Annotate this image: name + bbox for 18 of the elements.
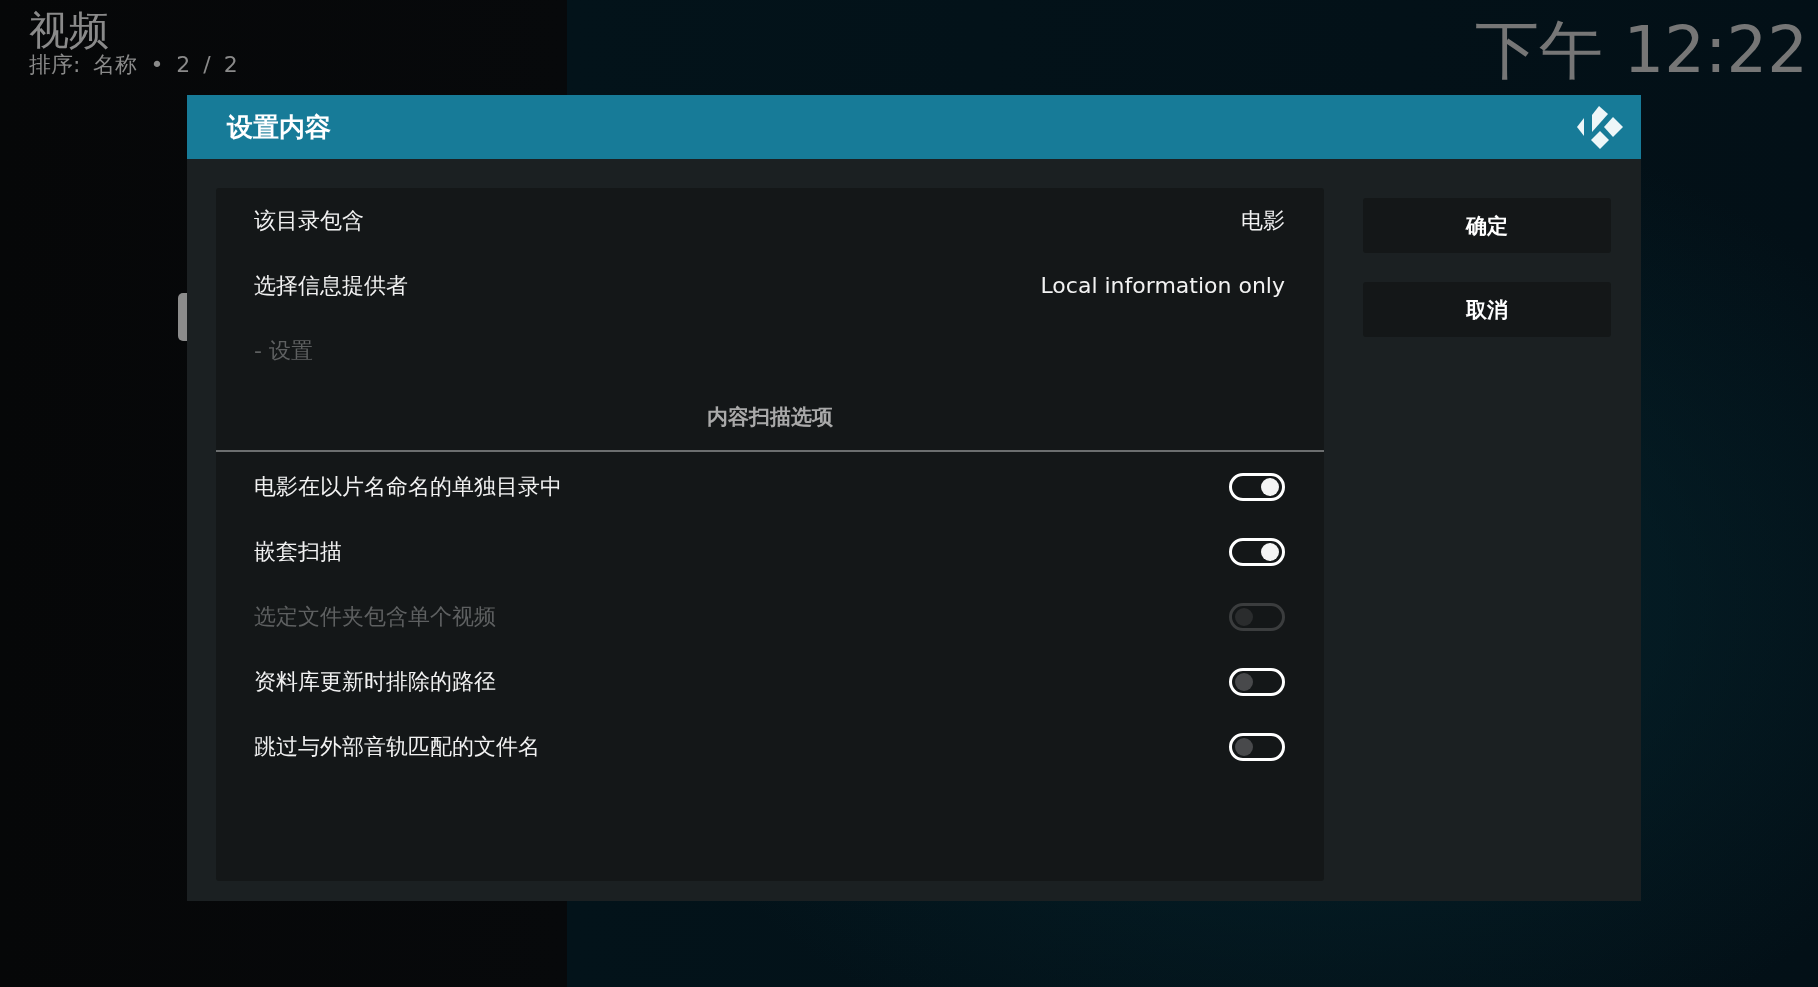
setting-label: 跳过与外部音轨匹配的文件名 <box>254 732 540 761</box>
section-heading: 内容扫描选项 <box>707 403 833 431</box>
dialog-title: 设置内容 <box>227 110 331 144</box>
scroll-handle[interactable] <box>178 293 187 341</box>
sort-info: 排序: 名称 • 2 / 2 <box>29 52 238 78</box>
setting-value[interactable]: 电影 <box>1241 205 1285 236</box>
dialog-button[interactable]: 确定 <box>1363 198 1611 253</box>
diamond-logo-icon <box>1577 105 1623 149</box>
setting-label: 该目录包含 <box>254 206 364 235</box>
setting-label: 嵌套扫描 <box>254 537 342 566</box>
setting-label: 选定文件夹包含单个视频 <box>254 602 496 631</box>
page-title: 视频 <box>29 8 110 52</box>
setting-label: 电影在以片名命名的单独目录中 <box>254 472 562 501</box>
clock-time: 下午 12:22 <box>1475 12 1809 88</box>
setting-label: 资料库更新时排除的路径 <box>254 667 496 696</box>
setting-label: 选择信息提供者 <box>254 271 408 300</box>
setting-value[interactable]: Local information only <box>1040 273 1285 298</box>
dialog-button[interactable]: 取消 <box>1363 282 1611 337</box>
